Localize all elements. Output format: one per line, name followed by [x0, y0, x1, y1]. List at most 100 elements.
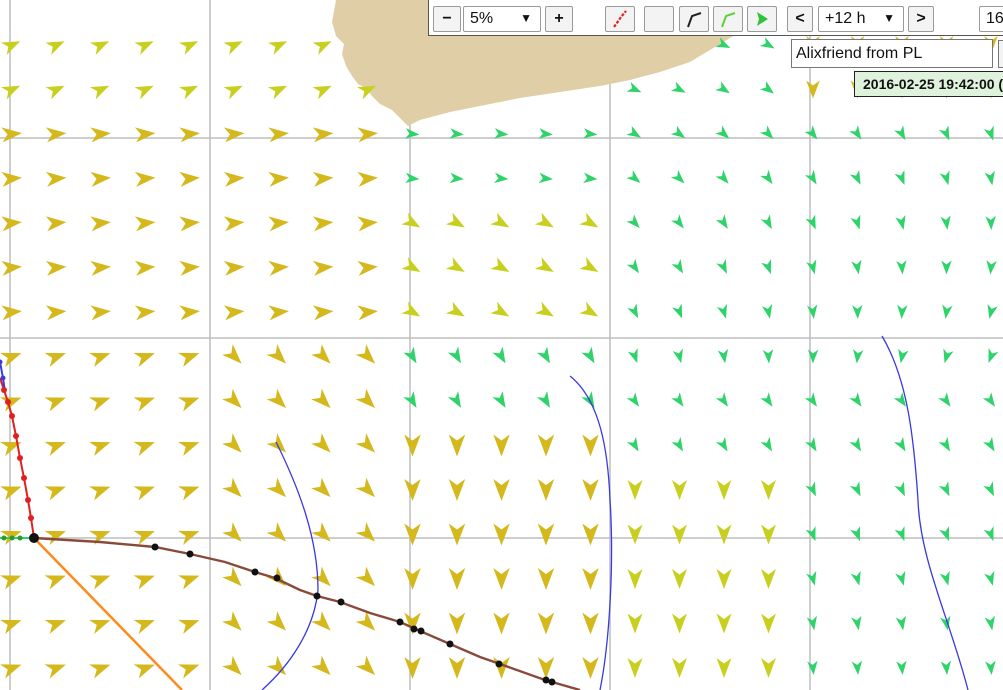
wind-arrow-icon	[267, 41, 288, 55]
wind-arrow-icon	[312, 85, 332, 100]
wind-arrow-icon	[849, 169, 861, 185]
wind-arrow-icon	[44, 441, 66, 456]
wind-arrow-icon	[715, 214, 728, 229]
wind-arrow-icon	[178, 664, 200, 679]
wind-arrow-icon	[89, 352, 111, 367]
route-toggle-button[interactable]	[605, 6, 635, 32]
wind-arrow-icon	[0, 575, 22, 590]
time-step-select[interactable]: +12 h ▼	[818, 6, 904, 32]
wind-arrow-icon	[627, 613, 643, 634]
boat-select-button[interactable]	[998, 40, 1003, 68]
wind-arrow-icon	[44, 619, 66, 634]
wind-arrow-icon	[943, 348, 954, 364]
wind-arrow-icon	[493, 479, 510, 501]
wind-arrow-icon	[537, 434, 555, 457]
wind-arrow-icon	[490, 301, 510, 317]
wind-arrow-icon	[984, 615, 995, 631]
blank-toggle-button[interactable]	[644, 6, 674, 32]
wind-arrow-icon	[717, 348, 729, 364]
wind-arrow-icon	[760, 214, 772, 230]
wind-arrow-icon	[45, 85, 65, 100]
wind-arrow-icon	[268, 260, 289, 276]
wind-arrow-icon	[44, 575, 66, 590]
wind-arrow-icon	[894, 481, 905, 497]
wind-arrow-icon	[357, 216, 378, 232]
wind-arrows-button[interactable]	[747, 6, 777, 32]
wind-arrow-icon	[715, 81, 730, 94]
wind-arrow-icon	[0, 441, 22, 456]
wind-arrow-icon	[626, 170, 641, 183]
wind-arrow-icon	[986, 260, 997, 275]
wind-arrow-icon	[223, 85, 243, 100]
wind-arrow-icon	[582, 479, 599, 501]
forecast-timestamp: 2016-02-25 19:42:00 (	[854, 71, 1003, 97]
wind-arrow-icon	[493, 657, 510, 679]
wind-arrow-icon	[490, 257, 510, 272]
wind-arrow-icon	[759, 36, 775, 49]
wind-arrow-icon	[90, 216, 111, 232]
wind-arrow-icon	[357, 171, 378, 187]
wind-arrow-icon	[355, 344, 376, 364]
zoom-out-button[interactable]: −	[433, 6, 461, 32]
red-waypoint	[13, 433, 19, 439]
wind-arrow-icon	[851, 259, 862, 275]
wind-arrow-icon	[45, 41, 65, 55]
wind-arrow-icon	[852, 304, 863, 319]
wind-arrow-icon	[716, 569, 732, 589]
next-time-button[interactable]: >	[908, 6, 934, 32]
wind-arrow-icon	[494, 172, 509, 184]
wind-arrow-icon	[853, 348, 864, 364]
wind-arrow-icon	[133, 486, 155, 501]
wind-arrow-icon	[715, 169, 729, 184]
boat-name-field[interactable]: Alixfriend from PL	[791, 39, 993, 68]
wind-arrow-icon	[849, 436, 861, 452]
red-waypoint	[17, 455, 23, 461]
zoom-in-button[interactable]: +	[545, 6, 573, 32]
wind-arrow-icon	[806, 615, 817, 631]
red-waypoint	[28, 515, 34, 521]
track-waypoint	[29, 533, 39, 543]
wind-arrow-icon	[403, 346, 417, 364]
isochrone-1	[261, 441, 319, 690]
prev-time-button[interactable]: <	[787, 6, 813, 32]
route-green-button[interactable]	[713, 6, 743, 32]
wind-arrow-icon	[355, 522, 376, 542]
extra-select[interactable]: 16	[979, 6, 1003, 32]
red-waypoint	[21, 475, 27, 481]
blue-waypoint	[0, 359, 3, 365]
wind-arrow-icon	[759, 125, 774, 140]
wind-arrow-icon	[806, 80, 820, 99]
wind-arrow-icon	[311, 388, 331, 409]
wind-arrow-icon	[939, 526, 950, 542]
wind-arrow-icon	[716, 258, 727, 274]
wind-arrow-icon	[851, 660, 863, 675]
caret-down-icon: ▼	[520, 11, 532, 25]
time-step-value: +12 h	[825, 10, 866, 27]
opacity-select[interactable]: 5% ▼	[463, 6, 541, 32]
wind-arrow-icon	[493, 523, 510, 546]
wind-arrow-icon	[401, 257, 421, 272]
wind-map[interactable]	[0, 0, 1003, 690]
wind-arrow-icon	[760, 436, 772, 452]
wind-arrow-icon	[134, 41, 154, 55]
route-line-button[interactable]	[679, 6, 709, 32]
wind-arrow-icon	[312, 127, 334, 143]
wind-arrow-icon	[894, 526, 905, 542]
wind-arrow-icon	[311, 611, 331, 631]
wind-arrow-icon	[672, 658, 687, 678]
wind-arrow-icon	[403, 391, 417, 408]
wind-arrow-icon	[90, 260, 111, 276]
wind-arrow-icon	[896, 260, 907, 275]
wind-arrow-icon	[44, 352, 66, 367]
wind-arrow-icon	[893, 436, 906, 452]
wind-arrow-icon	[537, 568, 555, 590]
wind-arrow-icon	[44, 397, 66, 412]
wind-arrow-icon	[311, 433, 331, 453]
wind-arrow-icon	[90, 127, 111, 143]
wind-arrow-icon	[627, 303, 639, 319]
wind-arrow-icon	[222, 566, 242, 587]
wind-arrow-icon	[761, 569, 776, 589]
wind-arrow-icon	[670, 125, 686, 139]
route-line-icon	[687, 12, 702, 28]
wind-arrow-icon	[445, 301, 465, 317]
